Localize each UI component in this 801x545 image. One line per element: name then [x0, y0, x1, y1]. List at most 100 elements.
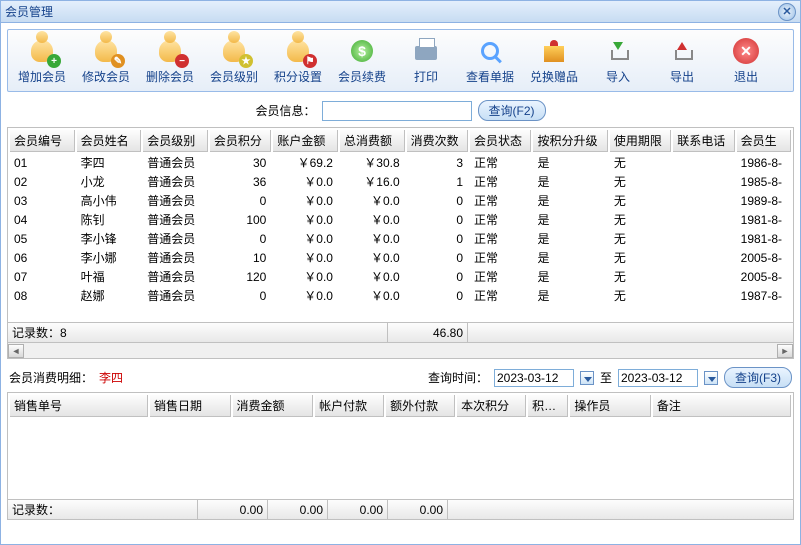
view-receipt-button[interactable]: 查看单据	[462, 34, 518, 87]
cell-upgrade: 是	[533, 211, 607, 228]
table-row[interactable]: 08赵娜普通会员0￥0.0￥0.00正常是无1987-8-	[10, 287, 791, 304]
add-member-button[interactable]: +增加会员	[14, 34, 70, 87]
member-grid[interactable]: 会员编号会员姓名会员级别会员积分账户金额总消费额消费次数会员状态按积分升级使用期…	[8, 128, 793, 306]
h-scrollbar[interactable]: ◄ ►	[7, 343, 794, 359]
cell-id: 01	[10, 154, 75, 171]
cell-expire: 无	[610, 287, 671, 304]
col-header[interactable]: 积…	[528, 395, 568, 417]
member-management-window: 会员管理 ✕ +增加会员✎修改会员−删除会员★会员级别⚑积分设置$会员续费打印查…	[0, 0, 801, 545]
cell-level: 普通会员	[143, 230, 208, 247]
col-header[interactable]: 销售日期	[150, 395, 231, 417]
member-renew-button[interactable]: $会员续费	[334, 34, 390, 87]
col-header[interactable]: 销售单号	[10, 395, 148, 417]
toolbar: +增加会员✎修改会员−删除会员★会员级别⚑积分设置$会员续费打印查看单据兑换赠品…	[7, 29, 794, 92]
cell-id: 03	[10, 192, 75, 209]
col-header[interactable]: 总消费额	[340, 130, 405, 152]
record-count: 8	[60, 326, 67, 340]
col-header[interactable]: 额外付款	[386, 395, 455, 417]
cell-expire: 无	[610, 192, 671, 209]
search-bar: 会员信息： 查询(F2)	[1, 98, 800, 127]
col-header[interactable]: 消费金额	[233, 395, 314, 417]
cell-balance: ￥0.0	[273, 211, 338, 228]
edit-member-button[interactable]: ✎修改会员	[78, 34, 134, 87]
col-header[interactable]: 本次积分	[457, 395, 526, 417]
col-header[interactable]: 会员编号	[10, 130, 75, 152]
cell-level: 普通会员	[143, 173, 208, 190]
cell-phone	[673, 230, 734, 247]
delete-member-button[interactable]: −删除会员	[142, 34, 198, 87]
cell-times: 0	[407, 192, 468, 209]
cell-birth: 2005-8-	[737, 249, 791, 266]
col-header[interactable]: 联系电话	[673, 130, 734, 152]
cell-id: 08	[10, 287, 75, 304]
cell-level: 普通会员	[143, 192, 208, 209]
import-button[interactable]: 导入	[590, 34, 646, 87]
calendar-icon[interactable]	[580, 371, 594, 385]
exit-button[interactable]: ✕退出	[718, 34, 774, 87]
export-button[interactable]: 导出	[654, 34, 710, 87]
calendar-icon[interactable]	[704, 371, 718, 385]
cell-status: 正常	[470, 154, 531, 171]
col-header[interactable]: 会员积分	[210, 130, 271, 152]
col-header[interactable]: 会员级别	[143, 130, 208, 152]
footer-v4: 0.00	[388, 500, 448, 519]
search-input[interactable]	[322, 101, 472, 121]
col-header[interactable]: 账户金额	[273, 130, 338, 152]
cell-balance: ￥0.0	[273, 173, 338, 190]
col-header[interactable]: 备注	[653, 395, 791, 417]
cell-times: 0	[407, 230, 468, 247]
col-header[interactable]: 使用期限	[610, 130, 671, 152]
cell-points: 10	[210, 249, 271, 266]
cell-spent: ￥30.8	[340, 154, 405, 171]
exchange-gift-button[interactable]: 兑换赠品	[526, 34, 582, 87]
cell-id: 07	[10, 268, 75, 285]
col-header[interactable]: 会员生	[737, 130, 791, 152]
cell-expire: 无	[610, 249, 671, 266]
table-row[interactable]: 04陈钊普通会员100￥0.0￥0.00正常是无1981-8-	[10, 211, 791, 228]
cell-points: 0	[210, 287, 271, 304]
detail-search-button[interactable]: 查询(F3)	[724, 367, 792, 388]
cell-name: 小龙	[77, 173, 142, 190]
arrow-in-icon	[601, 36, 635, 66]
cell-name: 陈钊	[77, 211, 142, 228]
member-level-button[interactable]: ★会员级别	[206, 34, 262, 87]
titlebar[interactable]: 会员管理 ✕	[1, 1, 800, 23]
date-from-input[interactable]	[494, 369, 574, 387]
scroll-left-icon[interactable]: ◄	[8, 344, 24, 358]
cell-status: 正常	[470, 173, 531, 190]
cell-upgrade: 是	[533, 192, 607, 209]
cell-upgrade: 是	[533, 287, 607, 304]
table-row[interactable]: 01李四普通会员30￥69.2￥30.83正常是无1986-8-	[10, 154, 791, 171]
col-header[interactable]: 会员姓名	[77, 130, 142, 152]
cell-phone	[673, 249, 734, 266]
cell-upgrade: 是	[533, 154, 607, 171]
cell-spent: ￥0.0	[340, 249, 405, 266]
cell-expire: 无	[610, 211, 671, 228]
col-header[interactable]: 帐户付款	[315, 395, 384, 417]
cell-status: 正常	[470, 249, 531, 266]
cell-phone	[673, 287, 734, 304]
detail-grid-footer: 记录数： 0.00 0.00 0.00 0.00	[7, 500, 794, 520]
col-header[interactable]: 按积分升级	[533, 130, 607, 152]
detail-grid[interactable]: 销售单号销售日期消费金额帐户付款额外付款本次积分积…操作员备注	[8, 393, 793, 419]
print-button[interactable]: 打印	[398, 34, 454, 87]
table-row[interactable]: 07叶福普通会员120￥0.0￥0.00正常是无2005-8-	[10, 268, 791, 285]
cell-points: 120	[210, 268, 271, 285]
cell-spent: ￥0.0	[340, 230, 405, 247]
col-header[interactable]: 会员状态	[470, 130, 531, 152]
close-icon[interactable]: ✕	[778, 3, 796, 21]
scroll-right-icon[interactable]: ►	[777, 344, 793, 358]
search-button[interactable]: 查询(F2)	[478, 100, 546, 121]
table-row[interactable]: 02小龙普通会员36￥0.0￥16.01正常是无1985-8-	[10, 173, 791, 190]
table-row[interactable]: 03高小伟普通会员0￥0.0￥0.00正常是无1989-8-	[10, 192, 791, 209]
col-header[interactable]: 消费次数	[407, 130, 468, 152]
cell-phone	[673, 211, 734, 228]
gift-icon	[537, 36, 571, 66]
points-setting-button[interactable]: ⚑积分设置	[270, 34, 326, 87]
date-to-input[interactable]	[618, 369, 698, 387]
cell-birth: 1985-8-	[737, 173, 791, 190]
table-row[interactable]: 06李小娜普通会员10￥0.0￥0.00正常是无2005-8-	[10, 249, 791, 266]
toolbar-label: 修改会员	[82, 68, 130, 85]
col-header[interactable]: 操作员	[570, 395, 651, 417]
table-row[interactable]: 05李小锋普通会员0￥0.0￥0.00正常是无1981-8-	[10, 230, 791, 247]
